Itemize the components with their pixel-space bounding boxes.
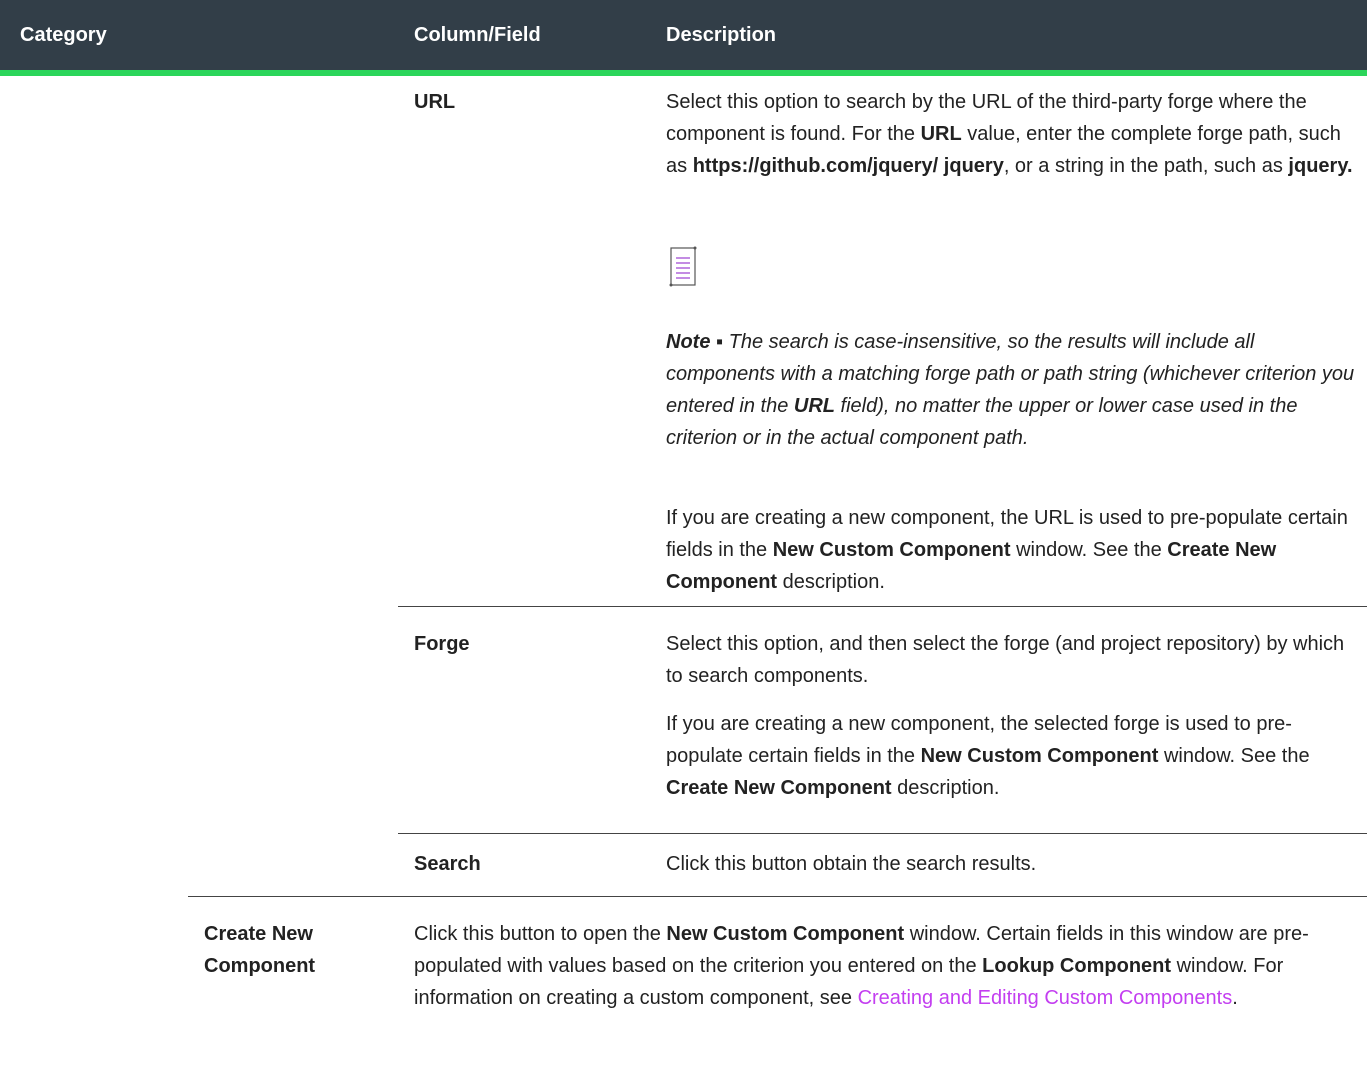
row-divider (188, 896, 1367, 897)
header-description: Description (666, 24, 777, 46)
field-forge: Forge (414, 633, 470, 655)
field-create-new-component: Create New Component (204, 923, 316, 977)
header-category: Category (20, 24, 107, 46)
row-divider (398, 833, 1367, 834)
url-note: Note ▪ The search is case-insensitive, s… (666, 331, 1355, 449)
table-header: Category Column/Field Description (0, 0, 1367, 70)
note-document-icon (669, 246, 699, 288)
header-column-field: Column/Field (414, 24, 541, 46)
url-description-2: If you are creating a new component, the… (666, 507, 1348, 593)
creating-editing-custom-components-link[interactable]: Creating and Editing Custom Components (858, 987, 1233, 1009)
forge-description-2: If you are creating a new component, the… (666, 713, 1310, 799)
create-description: Click this button to open the New Custom… (414, 923, 1309, 1009)
header-accent-line (0, 70, 1367, 76)
field-url: URL (414, 91, 456, 113)
row-divider (398, 606, 1367, 607)
field-search: Search (414, 853, 481, 875)
url-description: Select this option to search by the URL … (666, 91, 1353, 177)
forge-description: Select this option, and then select the … (666, 633, 1345, 687)
search-description: Click this button obtain the search resu… (666, 853, 1037, 875)
